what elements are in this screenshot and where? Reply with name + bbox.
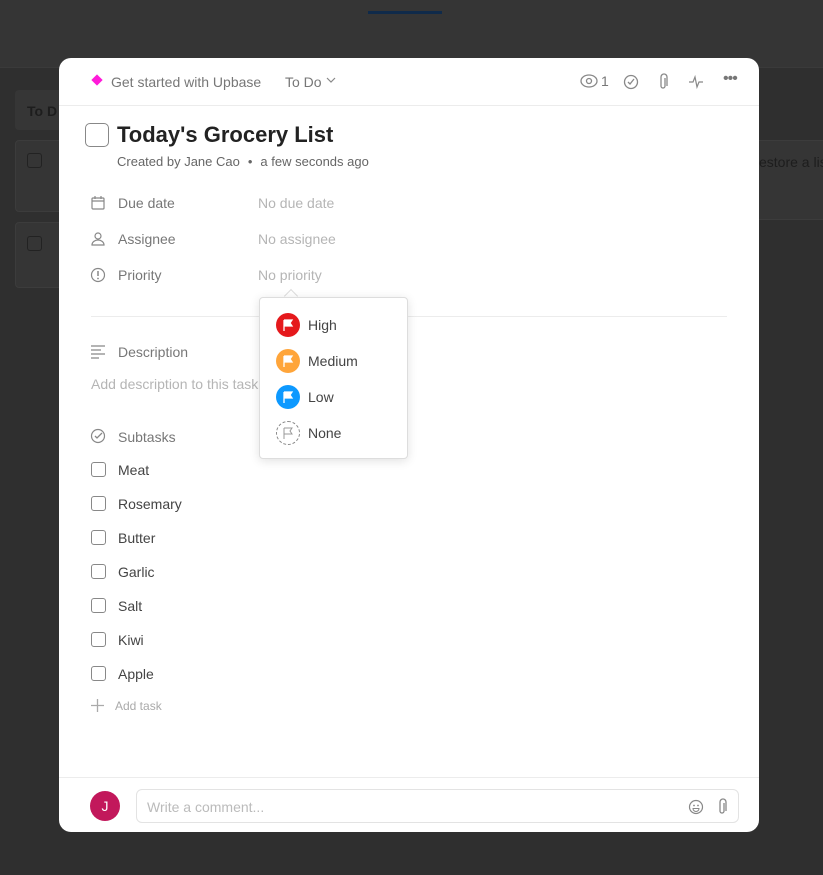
priority-menu: High Medium Low None <box>259 297 408 459</box>
chevron-down-icon <box>326 77 336 83</box>
subtask-title[interactable]: Meat <box>118 462 149 478</box>
field-label: Assignee <box>118 231 176 247</box>
status-dropdown[interactable]: To Do <box>285 74 336 90</box>
option-label: Low <box>308 389 334 405</box>
avatar: J <box>90 791 120 821</box>
flag-none-icon <box>276 421 300 445</box>
task-title[interactable]: Today's Grocery List <box>117 122 333 148</box>
more-options-icon[interactable]: ••• <box>723 70 738 88</box>
emoji-icon[interactable] <box>688 799 704 815</box>
user-icon <box>91 232 105 246</box>
watchers-count: 1 <box>601 73 609 89</box>
flag-high-icon <box>276 313 300 337</box>
subtask-checkbox[interactable] <box>91 530 106 545</box>
subtask-title[interactable]: Garlic <box>118 564 155 580</box>
comment-attachment-icon[interactable] <box>716 798 728 816</box>
check-circle-icon[interactable] <box>623 74 639 90</box>
comment-placeholder: Write a comment... <box>147 799 265 815</box>
created-time: a few seconds ago <box>260 154 369 169</box>
comment-input[interactable]: Write a comment... <box>136 789 739 823</box>
add-task-label: Add task <box>115 698 162 713</box>
description-icon <box>91 345 105 359</box>
active-tab-indicator <box>368 11 442 14</box>
priority-option-high[interactable]: High <box>260 307 407 343</box>
column-title: To D <box>27 103 58 119</box>
priority-icon <box>90 267 106 283</box>
subtask-checkbox[interactable] <box>91 666 106 681</box>
subtask-title[interactable]: Salt <box>118 598 142 614</box>
subtask-checkbox[interactable] <box>91 564 106 579</box>
description-input[interactable]: Add description to this task <box>91 376 258 392</box>
card-text: estore a lis <box>759 154 823 170</box>
flag-low-icon <box>276 385 300 409</box>
subtask-checkbox[interactable] <box>91 462 106 477</box>
description-label: Description <box>118 344 189 360</box>
subtask-checkbox[interactable] <box>91 632 106 647</box>
footer-divider <box>59 777 759 778</box>
priority-option-medium[interactable]: Medium <box>260 343 407 379</box>
plus-icon <box>91 699 104 712</box>
field-label: Due date <box>118 195 175 211</box>
calendar-icon <box>91 196 105 210</box>
task-meta: Created by Jane Cao • a few seconds ago <box>117 154 369 169</box>
priority-option-none[interactable]: None <box>260 415 407 451</box>
add-task-button[interactable]: Add task <box>90 698 162 713</box>
attachment-icon[interactable] <box>657 73 669 91</box>
subtask-title[interactable]: Rosemary <box>118 496 182 512</box>
field-value[interactable]: No assignee <box>258 231 336 247</box>
subtask-title[interactable]: Apple <box>118 666 154 682</box>
subtask-title[interactable]: Kiwi <box>118 632 144 648</box>
subtasks-icon <box>90 428 106 444</box>
created-by: Created by Jane Cao <box>117 154 240 169</box>
subtasks-label: Subtasks <box>118 429 176 445</box>
subtask-checkbox[interactable] <box>91 496 106 511</box>
status-label: To Do <box>285 74 322 90</box>
activity-icon[interactable] <box>688 74 704 90</box>
field-value[interactable]: No priority <box>258 267 322 283</box>
watchers-button[interactable]: 1 <box>580 73 609 89</box>
task-complete-checkbox[interactable] <box>85 123 109 147</box>
option-label: Medium <box>308 353 358 369</box>
field-label: Priority <box>118 267 162 283</box>
divider <box>91 316 727 317</box>
field-value[interactable]: No due date <box>258 195 334 211</box>
eye-icon <box>580 74 598 88</box>
project-diamond-icon <box>91 74 103 86</box>
modal-header: Get started with Upbase To Do 1 ••• <box>59 58 759 106</box>
task-modal: Get started with Upbase To Do 1 ••• Toda… <box>59 58 759 832</box>
option-label: None <box>308 425 342 441</box>
flag-medium-icon <box>276 349 300 373</box>
project-link[interactable]: Get started with Upbase <box>111 74 261 90</box>
subtask-title[interactable]: Butter <box>118 530 155 546</box>
priority-option-low[interactable]: Low <box>260 379 407 415</box>
option-label: High <box>308 317 337 333</box>
subtask-checkbox[interactable] <box>91 598 106 613</box>
